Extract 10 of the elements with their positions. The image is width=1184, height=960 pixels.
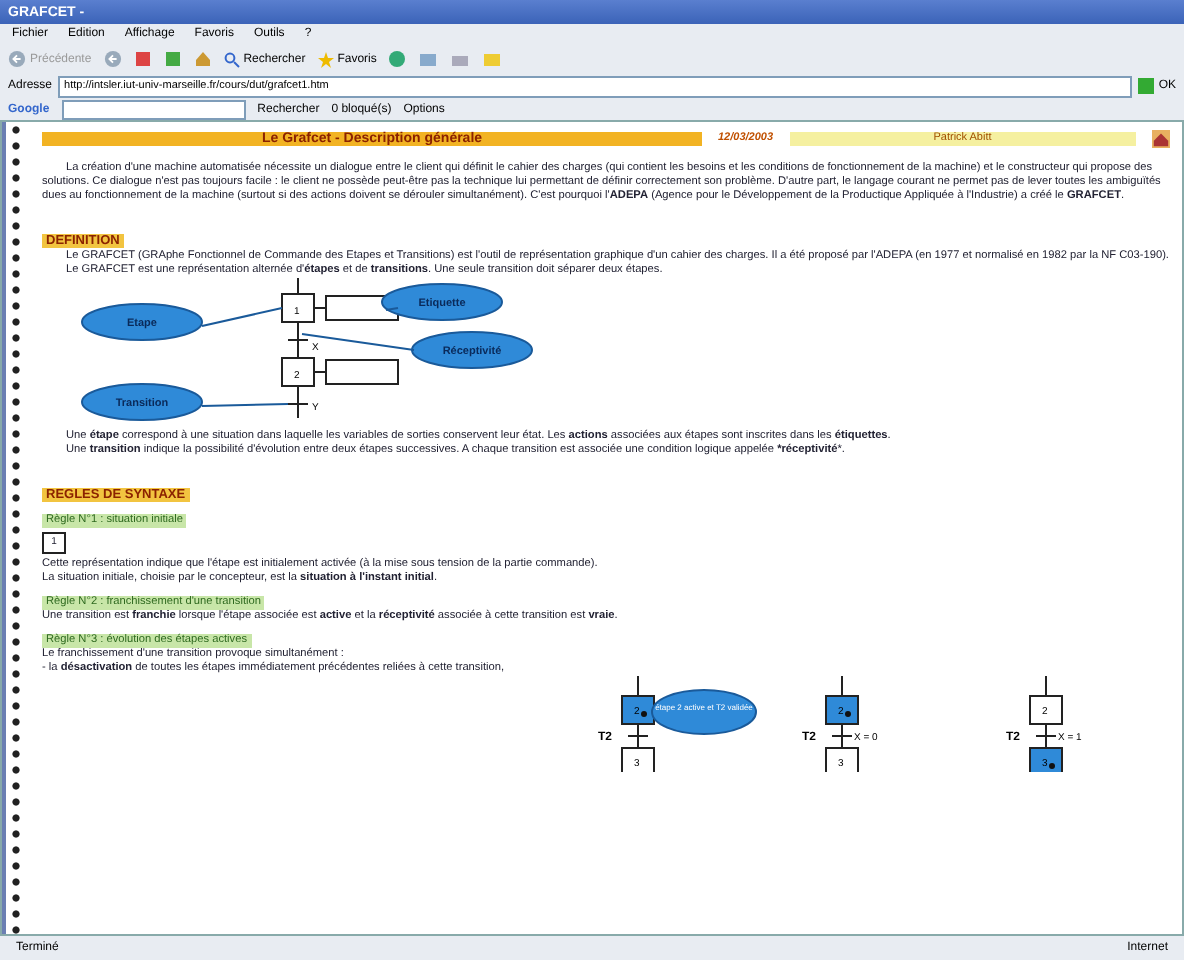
leader-line bbox=[385, 307, 399, 311]
leader-line bbox=[201, 307, 283, 327]
leader-line bbox=[201, 403, 289, 407]
back-arrow-icon[interactable] bbox=[8, 50, 26, 68]
star-icon bbox=[317, 51, 334, 67]
forward-arrow-icon[interactable] bbox=[103, 50, 122, 68]
google-search-field[interactable] bbox=[61, 99, 246, 119]
home-icon[interactable] bbox=[1152, 129, 1170, 147]
leader-line bbox=[301, 333, 415, 351]
search-icon bbox=[223, 51, 240, 67]
